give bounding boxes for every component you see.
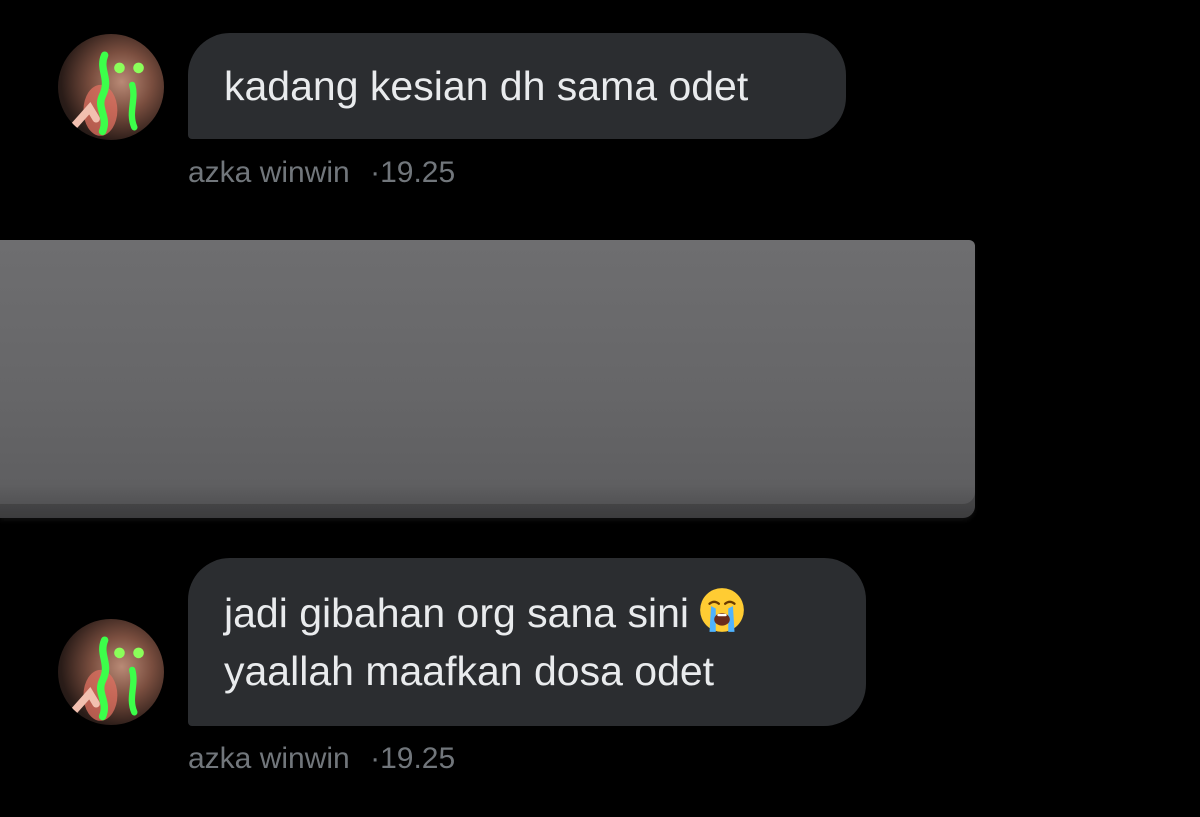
sender-name[interactable]: azka winwin	[188, 156, 350, 189]
sender-avatar[interactable]	[58, 34, 164, 140]
sender-avatar[interactable]	[58, 619, 164, 725]
meta-separator: ·	[370, 156, 381, 189]
message-text-line: jadi gibahan org sana sini	[224, 584, 830, 642]
sender-name[interactable]: azka winwin	[188, 742, 350, 775]
message-bubble[interactable]: kadang kesian dh sama odet	[188, 33, 846, 139]
message-meta: azka winwin ·19.25	[188, 155, 455, 191]
meta-separator: ·	[370, 742, 381, 775]
message-time: 19.25	[380, 742, 456, 775]
loudly-crying-face-icon	[700, 588, 744, 632]
message-time: 19.25	[380, 156, 456, 189]
message-text-line: yaallah maafkan dosa odet	[224, 648, 715, 694]
message-text: kadang kesian dh sama odet	[224, 63, 749, 109]
message-text-segment: jadi gibahan org sana sini	[224, 590, 689, 636]
redaction-block	[0, 240, 975, 518]
message-meta: azka winwin ·19.25	[188, 741, 455, 777]
message-bubble[interactable]: jadi gibahan org sana sini yaallah maafk…	[188, 558, 866, 726]
